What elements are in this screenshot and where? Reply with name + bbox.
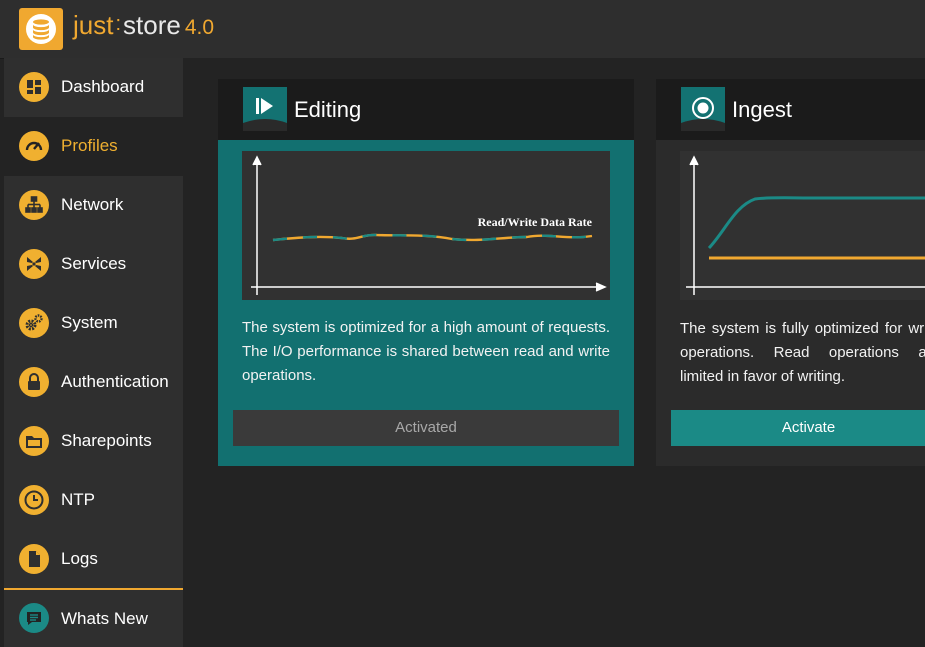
gauge-icon	[19, 131, 49, 161]
card-description: The system is fully optimized for write …	[680, 320, 925, 385]
sidebar-item-system[interactable]: System	[4, 294, 183, 353]
sidebar-item-label: Network	[61, 195, 124, 214]
sidebar-item-label: Logs	[61, 549, 98, 568]
sidebar-item-label: Sharepoints	[61, 431, 152, 450]
database-icon	[19, 8, 63, 50]
sidebar-item-label: Dashboard	[61, 77, 145, 96]
sidebar-item-label: System	[61, 313, 118, 332]
card-body: Read/Write Data Rate The system is optim…	[218, 140, 634, 466]
card-header: Ingest	[656, 79, 925, 140]
brand-separator: :	[115, 13, 122, 35]
sidebar-item-label: Profiles	[61, 136, 118, 155]
profile-card-ingest: Ingest The system is fully optimized for…	[656, 79, 925, 466]
main-content: Editing Read/Write Data Rate The system …	[183, 58, 925, 645]
brand-just: just	[73, 10, 114, 40]
folder-icon	[19, 426, 49, 456]
whats-new-label: Whats New	[61, 609, 148, 628]
sidebar-item-label: Services	[61, 254, 127, 273]
network-icon	[19, 190, 49, 220]
sidebar-item-dashboard[interactable]: Dashboard	[4, 58, 183, 117]
sidebar-item-authentication[interactable]: Authentication	[4, 353, 183, 412]
services-icon	[19, 249, 49, 279]
card-header: Editing	[218, 79, 634, 140]
dashboard-icon	[19, 72, 49, 102]
chat-icon	[19, 603, 49, 633]
file-icon	[19, 544, 49, 574]
profile-chart: Read/Write Data Rate	[242, 151, 610, 300]
sidebar-item-ntp[interactable]: NTP	[4, 471, 183, 530]
top-bar: just:store 4.0	[0, 0, 925, 59]
card-title: Ingest	[732, 97, 792, 122]
sidebar: Dashboard Profiles Network Services Syst…	[4, 58, 183, 647]
app-title: just:store 4.0	[73, 10, 214, 41]
whats-new-button[interactable]: Whats New	[4, 588, 183, 647]
sidebar-item-services[interactable]: Services	[4, 235, 183, 294]
sidebar-item-network[interactable]: Network	[4, 176, 183, 235]
sidebar-item-logs[interactable]: Logs	[4, 530, 183, 589]
card-description: The system is optimized for a high amoun…	[242, 319, 610, 384]
clock-icon	[19, 485, 49, 515]
sidebar-item-sharepoints[interactable]: Sharepoints	[4, 412, 183, 471]
activated-button[interactable]: Activated	[233, 410, 619, 446]
chart-label: Read/Write Data Rate	[478, 215, 593, 229]
sidebar-item-label: NTP	[61, 490, 95, 509]
lock-icon	[19, 367, 49, 397]
sidebar-item-profiles[interactable]: Profiles	[4, 117, 183, 176]
activate-button[interactable]: Activate	[671, 410, 925, 446]
gears-icon	[19, 308, 49, 338]
app-version: 4.0	[184, 16, 215, 39]
profile-chart	[680, 151, 925, 300]
card-body: The system is fully optimized for write …	[656, 140, 925, 466]
profile-card-editing: Editing Read/Write Data Rate The system …	[218, 79, 634, 466]
card-title: Editing	[294, 97, 362, 122]
brand-store: store	[123, 10, 181, 40]
sidebar-item-label: Authentication	[61, 372, 169, 391]
play-icon	[243, 87, 287, 131]
record-icon	[681, 87, 725, 131]
